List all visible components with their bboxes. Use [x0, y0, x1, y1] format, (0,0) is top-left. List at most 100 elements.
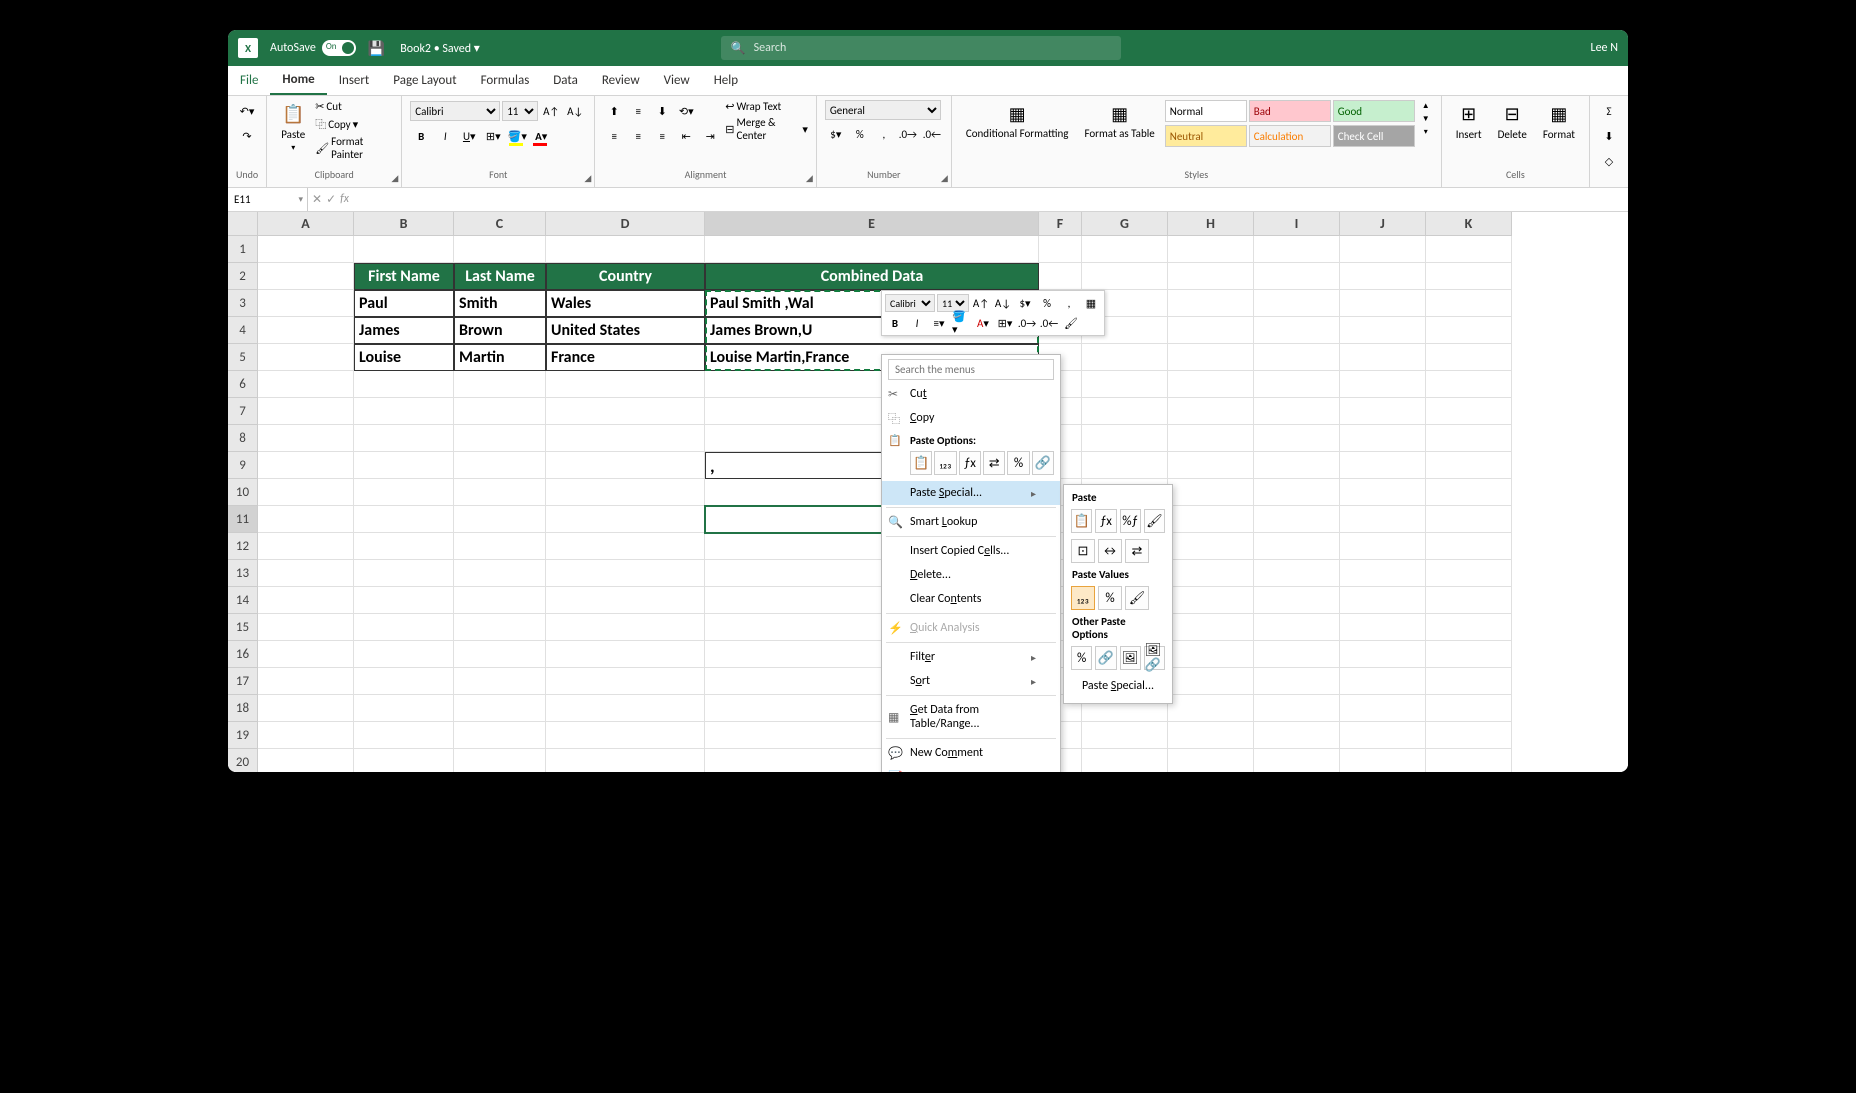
bold-button[interactable]: B [410, 125, 432, 147]
orientation-button[interactable]: ⟲▾ [675, 100, 697, 122]
cell-J4[interactable] [1340, 317, 1426, 344]
mini-table[interactable]: ▦ [1081, 294, 1101, 312]
cell-K17[interactable] [1426, 668, 1512, 695]
cell-J6[interactable] [1340, 371, 1426, 398]
font-color-button[interactable]: A▾ [530, 125, 552, 147]
cell-G20[interactable] [1082, 749, 1168, 772]
cell-K3[interactable] [1426, 290, 1512, 317]
style-bad[interactable]: Bad [1249, 100, 1331, 122]
cell-I11[interactable] [1254, 506, 1340, 533]
sub-paste-formulas[interactable]: ƒx [1095, 509, 1116, 533]
tab-view[interactable]: View [652, 66, 702, 95]
col-header-C[interactable]: C [454, 212, 546, 236]
tab-insert[interactable]: Insert [327, 66, 382, 95]
clear-button[interactable]: ◇ [1598, 150, 1620, 172]
row-header-10[interactable]: 10 [228, 479, 258, 506]
cell-B13[interactable] [354, 560, 454, 587]
cell-C15[interactable] [454, 614, 546, 641]
cell-K7[interactable] [1426, 398, 1512, 425]
cell-A7[interactable] [258, 398, 354, 425]
cell-K11[interactable] [1426, 506, 1512, 533]
cell-C14[interactable] [454, 587, 546, 614]
table-header[interactable]: Country [546, 263, 705, 290]
cell-D16[interactable] [546, 641, 705, 668]
sub-paste-formulas-formatting[interactable]: %ƒ [1120, 509, 1141, 533]
col-header-I[interactable]: I [1254, 212, 1340, 236]
increase-decimal-button[interactable]: .0→ [897, 123, 919, 145]
cell-F2[interactable] [1039, 263, 1082, 290]
cell-F1[interactable] [1039, 236, 1082, 263]
cell-K12[interactable] [1426, 533, 1512, 560]
tab-home[interactable]: Home [270, 66, 326, 95]
col-header-G[interactable]: G [1082, 212, 1168, 236]
cell-I15[interactable] [1254, 614, 1340, 641]
col-header-B[interactable]: B [354, 212, 454, 236]
table-cell[interactable]: Wales [546, 290, 705, 317]
cell-A16[interactable] [258, 641, 354, 668]
cell-D12[interactable] [546, 533, 705, 560]
tab-file[interactable]: File [228, 66, 270, 95]
align-right-button[interactable]: ≡ [651, 125, 673, 147]
table-cell[interactable]: Brown [454, 317, 546, 344]
cell-H11[interactable] [1168, 506, 1254, 533]
row-header-4[interactable]: 4 [228, 317, 258, 344]
cell-B12[interactable] [354, 533, 454, 560]
cell-J10[interactable] [1340, 479, 1426, 506]
sub-paste-column-widths[interactable]: ↔ [1098, 539, 1122, 563]
row-header-9[interactable]: 9 [228, 452, 258, 479]
mini-italic[interactable]: I [907, 314, 927, 332]
cell-K10[interactable] [1426, 479, 1512, 506]
row-header-20[interactable]: 20 [228, 749, 258, 772]
cell-A11[interactable] [258, 506, 354, 533]
cell-B15[interactable] [354, 614, 454, 641]
row-header-5[interactable]: 5 [228, 344, 258, 371]
increase-font-button[interactable]: A↑ [540, 100, 562, 122]
cell-B17[interactable] [354, 668, 454, 695]
cell-J18[interactable] [1340, 695, 1426, 722]
cell-H4[interactable] [1168, 317, 1254, 344]
cancel-formula-icon[interactable]: ✕ [312, 192, 322, 207]
cell-G7[interactable] [1082, 398, 1168, 425]
cell-D7[interactable] [546, 398, 705, 425]
sub-paste-formatting[interactable]: % [1071, 646, 1092, 670]
cell-I17[interactable] [1254, 668, 1340, 695]
cell-A14[interactable] [258, 587, 354, 614]
cell-H10[interactable] [1168, 479, 1254, 506]
cell-A12[interactable] [258, 533, 354, 560]
style-calculation[interactable]: Calculation [1249, 125, 1331, 147]
cell-C9[interactable] [454, 452, 546, 479]
cell-B18[interactable] [354, 695, 454, 722]
styles-down-button[interactable]: ▼ [1419, 113, 1433, 125]
align-bottom-button[interactable]: ⬇ [651, 100, 673, 122]
formula-input[interactable] [353, 193, 1628, 206]
increase-indent-button[interactable]: ⇥ [699, 125, 721, 147]
cell-K16[interactable] [1426, 641, 1512, 668]
cell-J13[interactable] [1340, 560, 1426, 587]
cell-H20[interactable] [1168, 749, 1254, 772]
search-input[interactable] [754, 41, 1111, 55]
row-header-16[interactable]: 16 [228, 641, 258, 668]
cell-G9[interactable] [1082, 452, 1168, 479]
accounting-format-button[interactable]: $▾ [825, 123, 847, 145]
delete-cells-button[interactable]: ⊟ Delete [1492, 100, 1533, 143]
autosum-button[interactable]: Σ [1598, 100, 1620, 122]
mini-bold[interactable]: B [885, 314, 905, 332]
search-menus-input[interactable] [888, 359, 1054, 380]
cell-A3[interactable] [258, 290, 354, 317]
wrap-text-button[interactable]: ↩ Wrap Text [725, 100, 808, 113]
cell-C13[interactable] [454, 560, 546, 587]
cell-D8[interactable] [546, 425, 705, 452]
sub-paste-transpose[interactable]: ⇄ [1125, 539, 1149, 563]
decrease-font-button[interactable]: A↓ [564, 100, 586, 122]
paste-button[interactable]: 📋 Paste ▾ [275, 100, 311, 155]
cell-C16[interactable] [454, 641, 546, 668]
paste-formatting-button[interactable]: % [1007, 451, 1029, 475]
cell-D13[interactable] [546, 560, 705, 587]
name-box[interactable]: ▾ [228, 188, 308, 211]
cell-H3[interactable] [1168, 290, 1254, 317]
cell-K2[interactable] [1426, 263, 1512, 290]
mini-align[interactable]: ≡▾ [929, 314, 949, 332]
undo-button[interactable]: ↶▾ [236, 100, 258, 122]
cell-C20[interactable] [454, 749, 546, 772]
cell-H1[interactable] [1168, 236, 1254, 263]
